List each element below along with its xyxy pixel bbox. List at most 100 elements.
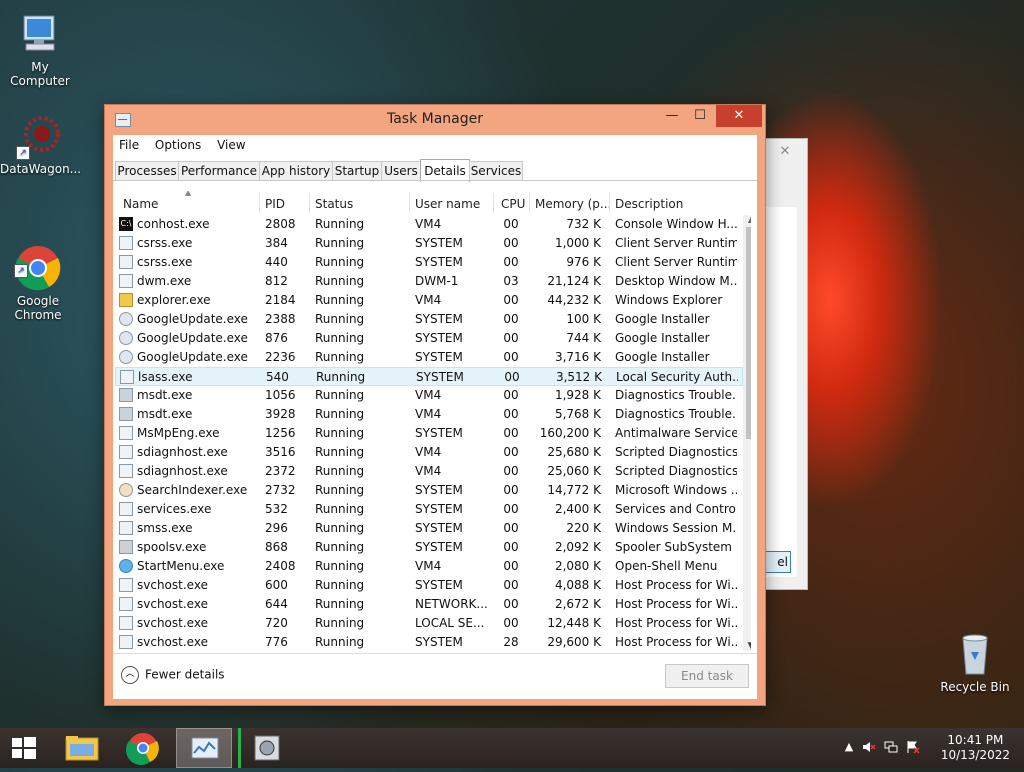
table-row[interactable]: svchost.exe 600 Running SYSTEM 00 4,088 K Host… [115, 576, 743, 595]
table-row[interactable]: MsMpEng.exe 1256 Running SYSTEM 00 160,200 K A… [115, 424, 743, 443]
vertical-scrollbar[interactable]: ▲ ▼ [743, 215, 751, 651]
desktop-icon-recycle-bin[interactable]: Recycle Bin [935, 630, 1015, 694]
close-icon[interactable]: ✕ [771, 143, 799, 161]
tab-divider [113, 180, 757, 181]
task-manager-icon [191, 737, 219, 759]
col-header-name[interactable]: Name [123, 197, 158, 211]
close-button[interactable]: ✕ [716, 105, 762, 127]
table-row[interactable]: StartMenu.exe 2408 Running VM4 00 2,080 K Open… [115, 557, 743, 576]
tab-app-history[interactable]: App history [259, 161, 333, 181]
table-row[interactable]: C:\ conhost.exe 2808 Running VM4 00 732 K Conso… [115, 215, 743, 234]
cell-status: Running [315, 559, 365, 573]
col-header-cpu[interactable]: CPU [501, 197, 525, 211]
col-header-status[interactable]: Status [315, 197, 353, 211]
table-row[interactable]: GoogleUpdate.exe 876 Running SYSTEM 00 744 K G… [115, 329, 743, 348]
desktop-icon-my-computer[interactable]: My Computer [0, 10, 80, 88]
cell-pid: 2236 [265, 350, 296, 364]
cell-status: Running [315, 635, 365, 649]
table-row[interactable]: svchost.exe 720 Running LOCAL SE... 00 12,448… [115, 614, 743, 633]
table-row[interactable]: GoogleUpdate.exe 2236 Running SYSTEM 00 3,716… [115, 348, 743, 367]
table-row[interactable]: services.exe 532 Running SYSTEM 00 2,400 K Ser… [115, 500, 743, 519]
datawagon-icon: ↗ [16, 112, 64, 160]
table-row[interactable]: SearchIndexer.exe 2732 Running SYSTEM 00 14,7… [115, 481, 743, 500]
taskbar-msdt[interactable] [238, 728, 297, 768]
cell-pid: 720 [265, 616, 288, 630]
tab-performance[interactable]: Performance [178, 161, 260, 181]
cell-pid: 384 [265, 236, 288, 250]
google-update-icon [119, 312, 133, 326]
table-row[interactable]: csrss.exe 440 Running SYSTEM 00 976 K Client S… [115, 253, 743, 272]
cell-status: Running [315, 236, 365, 250]
menu-options[interactable]: Options [149, 135, 207, 152]
scroll-up-icon[interactable]: ▲ [743, 215, 751, 224]
table-row[interactable]: explorer.exe 2184 Running VM4 00 44,232 K Wind… [115, 291, 743, 310]
shortcut-arrow-icon: ↗ [14, 264, 28, 278]
app-icon [119, 578, 133, 592]
cell-cpu: 00 [503, 350, 519, 364]
scrollbar-thumb[interactable] [746, 227, 751, 439]
cell-description: Spooler SubSystem ... [615, 540, 737, 554]
minimize-button[interactable]: — [658, 105, 686, 127]
chrome-icon: ↗ [14, 230, 62, 291]
menu-view[interactable]: View [211, 135, 251, 152]
background-window-button[interactable]: el [765, 551, 791, 573]
cell-description: Microsoft Windows ... [615, 483, 737, 497]
table-row[interactable]: spoolsv.exe 868 Running SYSTEM 00 2,092 K Spoo… [115, 538, 743, 557]
table-row[interactable]: sdiagnhost.exe 2372 Running VM4 00 25,060 K Sc… [115, 462, 743, 481]
table-row[interactable]: lsass.exe 540 Running SYSTEM 00 3,512 K Local … [115, 367, 743, 386]
start-button[interactable] [0, 728, 48, 768]
background-window[interactable]: ✕ el [764, 138, 808, 590]
action-center-flag-icon[interactable] [906, 740, 920, 754]
desktop-icon-datawagon[interactable]: ↗ DataWagon... [0, 112, 81, 176]
taskbar-chrome[interactable] [115, 728, 171, 768]
table-row[interactable]: svchost.exe 644 Running NETWORK... 00 2,672 K… [115, 595, 743, 614]
cell-user: VM4 [415, 388, 442, 402]
cell-status: Running [315, 350, 365, 364]
cell-description: Scripted Diagnostics... [615, 464, 737, 478]
col-header-memory[interactable]: Memory (p... [535, 197, 611, 211]
end-task-button[interactable]: End task [665, 664, 749, 688]
cell-status: Running [315, 597, 365, 611]
tab-users[interactable]: Users [381, 161, 421, 181]
col-header-pid[interactable]: PID [265, 197, 285, 211]
tab-processes[interactable]: Processes [115, 161, 179, 181]
menu-file[interactable]: File [113, 135, 145, 152]
table-row[interactable]: smss.exe 296 Running SYSTEM 00 220 K Windows S… [115, 519, 743, 538]
table-row[interactable]: msdt.exe 1056 Running VM4 00 1,928 K Diagnosti… [115, 386, 743, 405]
table-row[interactable]: GoogleUpdate.exe 2388 Running SYSTEM 00 100 K… [115, 310, 743, 329]
cell-description: Host Process for Wi... [615, 635, 737, 649]
cell-pid: 1256 [265, 426, 296, 440]
table-row[interactable]: svchost.exe 776 Running SYSTEM 28 29,600 K Hos… [115, 633, 743, 651]
tab-details[interactable]: Details [420, 159, 470, 182]
clock[interactable]: 10:41 PM 10/13/2022 [941, 733, 1010, 763]
tab-services[interactable]: Services [469, 161, 523, 181]
cell-user: SYSTEM [415, 236, 463, 250]
cell-cpu: 00 [503, 293, 519, 307]
table-row[interactable]: csrss.exe 384 Running SYSTEM 00 1,000 K Client… [115, 234, 743, 253]
table-row[interactable]: dwm.exe 812 Running DWM-1 03 21,124 K Desktop … [115, 272, 743, 291]
network-icon[interactable] [884, 740, 898, 754]
table-row[interactable]: msdt.exe 3928 Running VM4 00 5,768 K Diagnosti… [115, 405, 743, 424]
table-row[interactable]: sdiagnhost.exe 3516 Running VM4 00 25,680 K Sc… [115, 443, 743, 462]
show-hidden-icons-icon[interactable]: ▲ [842, 740, 856, 754]
cell-user: VM4 [415, 293, 442, 307]
folder-icon [65, 736, 99, 761]
taskbar-task-manager[interactable] [176, 728, 232, 768]
tab-startup[interactable]: Startup [332, 161, 382, 181]
desktop-icon-google-chrome[interactable]: ↗ Google Chrome [0, 216, 78, 336]
volume-muted-icon[interactable] [862, 740, 876, 754]
app-icon [119, 464, 133, 478]
col-header-user[interactable]: User name [415, 197, 480, 211]
cell-cpu: 00 [503, 464, 519, 478]
folder-icon [119, 293, 133, 307]
cell-memory: 220 K [566, 521, 601, 535]
fewer-details-button[interactable]: ︿ Fewer details [121, 666, 225, 684]
scroll-down-icon[interactable]: ▼ [743, 641, 751, 651]
maximize-button[interactable]: ☐ [686, 105, 714, 127]
title-bar[interactable]: Task Manager — ☐ ✕ [105, 105, 765, 135]
cell-cpu: 00 [503, 445, 519, 459]
cell-cpu: 00 [503, 217, 519, 231]
col-header-description[interactable]: Description [615, 197, 683, 211]
taskbar-file-explorer[interactable] [54, 728, 110, 768]
cell-status: Running [315, 274, 365, 288]
